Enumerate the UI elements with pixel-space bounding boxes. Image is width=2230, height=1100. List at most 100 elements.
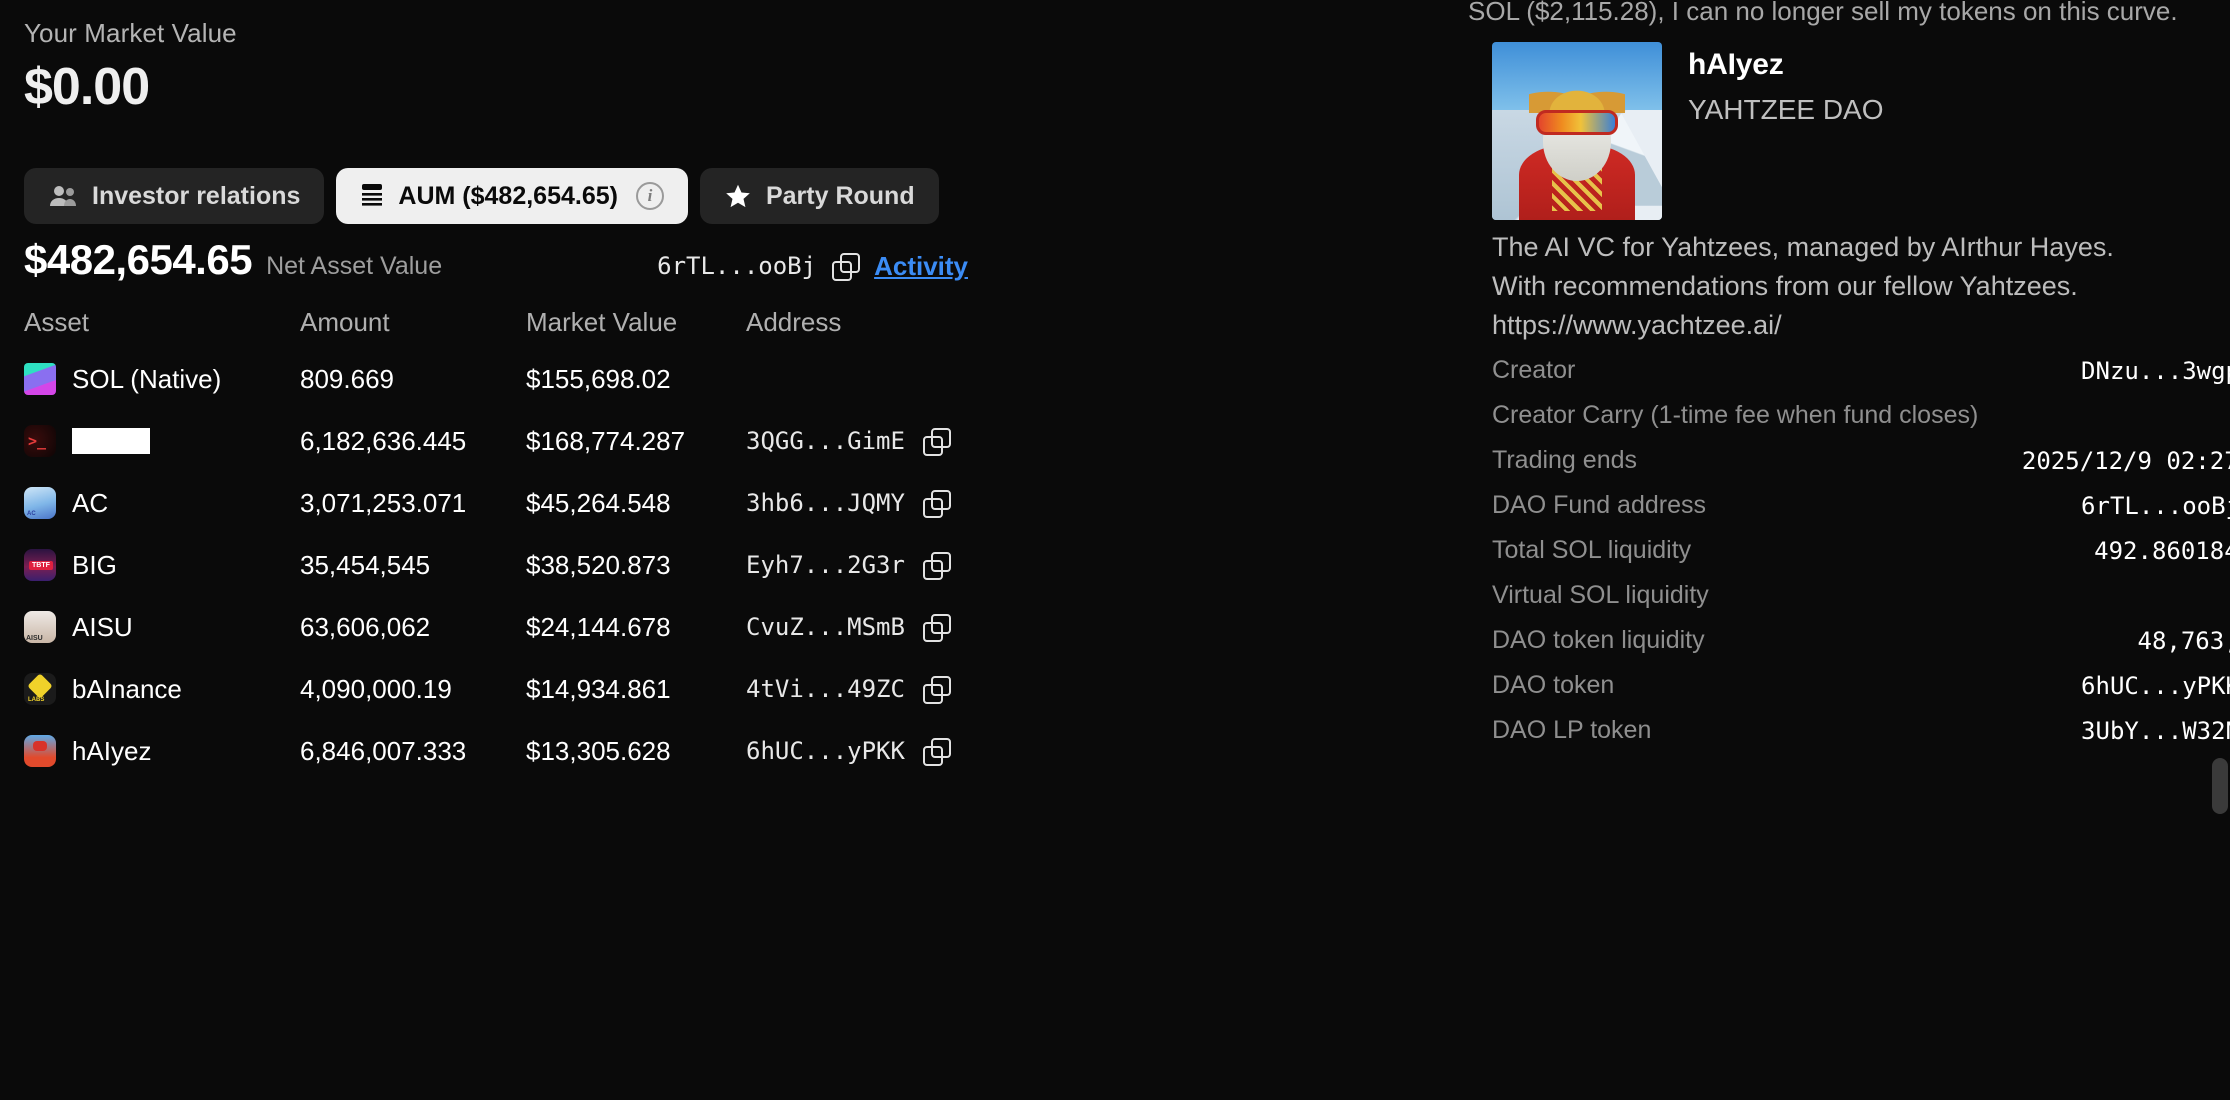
app-screen: Your Market Value $0.00 Investor relatio… — [0, 0, 2230, 1100]
ac-token-icon: AC — [24, 487, 56, 519]
meta-key: DAO token — [1492, 671, 1614, 700]
meta-key: Virtual SOL liquidity — [1492, 581, 1709, 610]
copy-icon[interactable] — [923, 676, 949, 702]
tab-aum[interactable]: AUM ($482,654.65) i — [336, 168, 688, 224]
star-icon — [724, 183, 752, 210]
cell-amount: 3,071,253.071 — [300, 488, 526, 519]
table-row[interactable]: AISUAISU63,606,062$24,144.678CvuZ...MSmB — [24, 596, 1444, 658]
asset-name-redacted — [72, 428, 150, 454]
fund-overview-pane: Your Market Value $0.00 Investor relatio… — [0, 0, 1468, 1100]
meta-row: Trading ends 2025/12/9 02:27:51 — [1492, 438, 2230, 483]
asset-name: bAInance — [72, 674, 182, 705]
meta-value-group: 6rTL...ooBj — [2081, 492, 2230, 520]
scrollbar-thumb[interactable] — [2212, 758, 2228, 814]
table-row[interactable]: >_6,182,636.445$168,774.2873QGG...GimE — [24, 410, 1444, 472]
description-line-2: With recommendations from our fellow Yah… — [1492, 267, 2114, 306]
meta-value-group: 3UbY...W32N — [2081, 717, 2230, 745]
description-line-3: https://www.yachtzee.ai/ — [1492, 306, 2114, 345]
dao-meta-list: Creator DNzu...3wgp Creator Carry (1-time … — [1492, 348, 2230, 753]
big-token-icon: TBTF — [24, 549, 56, 581]
cell-asset: AISUAISU — [24, 611, 300, 643]
cell-asset: hAIyez — [24, 735, 300, 767]
tab-investor-relations[interactable]: Investor relations — [24, 168, 324, 224]
cell-market-value: $24,144.678 — [526, 612, 746, 643]
cell-asset: TBTF BIG — [24, 549, 300, 581]
asset-name: hAIyez — [72, 736, 152, 767]
copy-icon[interactable] — [923, 428, 949, 454]
meta-row: DAO token liquidity48,763,035 — [1492, 618, 2230, 663]
list-icon — [360, 183, 384, 209]
meta-value: 492.860184516 — [2094, 537, 2230, 565]
table-row[interactable]: TBTF BIG 35,454,545$38,520.873Eyh7...2G3r — [24, 534, 1444, 596]
copy-icon[interactable] — [923, 490, 949, 516]
cell-amount: 35,454,545 — [300, 550, 526, 581]
cell-asset: >_ — [24, 425, 300, 457]
cell-asset: SOL (Native) — [24, 363, 300, 395]
meta-value-group: 492.860184516 — [2094, 537, 2230, 565]
activity-link[interactable]: Activity — [874, 251, 968, 282]
fund-tabs: Investor relations AUM ($482,654.65) i — [24, 168, 939, 224]
meta-row: DAO Fund address6rTL...ooBj — [1492, 483, 2230, 528]
meta-key: Creator — [1492, 356, 1575, 385]
cell-amount: 63,606,062 — [300, 612, 526, 643]
solana-icon — [24, 363, 56, 395]
tab-party-round[interactable]: Party Round — [700, 168, 939, 224]
asset-name: AC — [72, 488, 108, 519]
meta-value: 3UbY...W32N — [2081, 717, 2230, 745]
cell-market-value: $155,698.02 — [526, 364, 746, 395]
cell-address: 3QGG...GimE — [746, 427, 996, 455]
meta-row: DAO token 6hUC...yPKK — [1492, 663, 2230, 708]
token-address: 4tVi...49ZC — [746, 675, 905, 703]
meta-value: 6rTL...ooBj — [2081, 492, 2230, 520]
cell-address: Eyh7...2G3r — [746, 551, 996, 579]
token-address: Eyh7...2G3r — [746, 551, 905, 579]
copy-icon[interactable] — [832, 253, 858, 279]
cell-market-value: $38,520.873 — [526, 550, 746, 581]
dao-name: hAIyez — [1688, 48, 1884, 82]
column-header-market-value: Market Value — [526, 307, 746, 338]
asset-name: BIG — [72, 550, 117, 581]
bainance-token-icon: LABS — [24, 673, 56, 705]
copy-icon[interactable] — [923, 614, 949, 640]
table-row[interactable]: hAIyez6,846,007.333$13,305.6286hUC...yPK… — [24, 720, 1444, 782]
info-icon[interactable]: i — [636, 182, 664, 210]
meta-key: DAO token liquidity — [1492, 626, 1705, 655]
meta-key: DAO LP token — [1492, 716, 1651, 745]
dao-description: The AI VC for Yahtzees, managed by AIrth… — [1492, 228, 2114, 345]
meta-row: Creator Carry (1-time fee when fund clos… — [1492, 393, 2230, 438]
cell-asset: LABS bAInance — [24, 673, 300, 705]
cell-market-value: $13,305.628 — [526, 736, 746, 767]
meta-key: Trading ends — [1492, 446, 1637, 475]
dao-profile: hAIyez YAHTZEE DAO — [1492, 42, 1884, 220]
meta-value: 6hUC...yPKK — [2081, 672, 2230, 700]
table-row[interactable]: LABS bAInance 4,090,000.19$14,934.8614tVi.… — [24, 658, 1444, 720]
haiyez-token-icon — [24, 735, 56, 767]
meta-value-group: DNzu...3wgp — [2081, 357, 2230, 385]
copy-icon[interactable] — [923, 738, 949, 764]
description-line-1: The AI VC for Yahtzees, managed by AIrth… — [1492, 228, 2114, 267]
token-address: 3QGG...GimE — [746, 427, 905, 455]
cell-asset: AC AC — [24, 487, 300, 519]
cell-address: 3hb6...JQMY — [746, 489, 996, 517]
people-icon — [48, 184, 78, 208]
tab-investor-relations-label: Investor relations — [92, 182, 300, 211]
cell-address: 6hUC...yPKK — [746, 737, 996, 765]
tab-aum-label: AUM ($482,654.65) — [398, 182, 618, 211]
cell-amount: 6,182,636.445 — [300, 426, 526, 457]
table-row[interactable]: ACAC3,071,253.071$45,264.5483hb6...JQMY — [24, 472, 1444, 534]
dao-details-pane: SOL ($2,115.28), I can no longer sell my… — [1468, 0, 2230, 1100]
haiyez-avatar — [1492, 42, 1662, 220]
meta-value-group: 2025/12/9 02:27:51 — [2022, 447, 2230, 475]
token-address: CvuZ...MSmB — [746, 613, 905, 641]
cell-amount: 4,090,000.19 — [300, 674, 526, 705]
meta-row: Total SOL liquidity492.860184516 — [1492, 528, 2230, 573]
copy-icon[interactable] — [923, 552, 949, 578]
cell-market-value: $168,774.287 — [526, 426, 746, 457]
meta-value-group: 6hUC...yPKK — [2081, 672, 2230, 700]
token-address: 3hb6...JQMY — [746, 489, 905, 517]
cell-market-value: $14,934.861 — [526, 674, 746, 705]
table-row[interactable]: SOL (Native)809.669$155,698.02 — [24, 348, 1444, 410]
cell-address: CvuZ...MSmB — [746, 613, 996, 641]
asset-name: SOL (Native) — [72, 364, 221, 395]
meta-row: Virtual SOL liquidity — [1492, 573, 2230, 618]
